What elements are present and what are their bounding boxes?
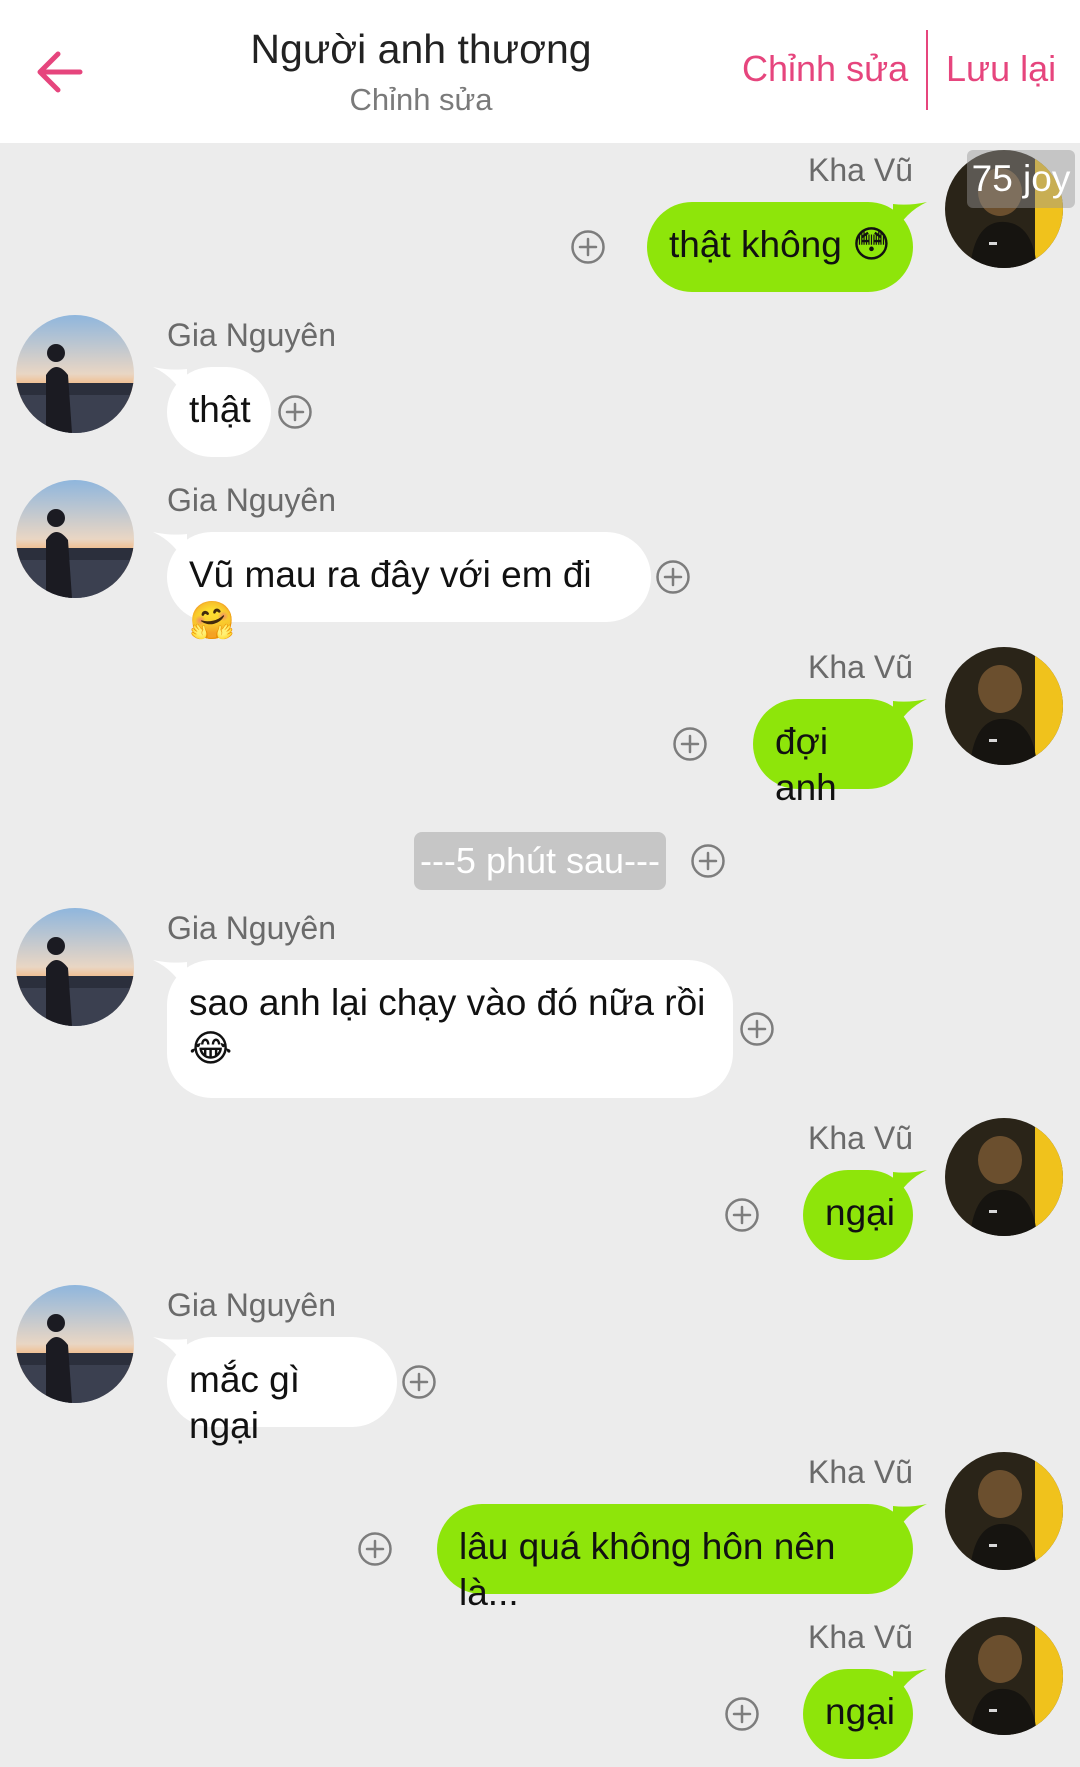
avatar[interactable] xyxy=(16,315,134,433)
add-reaction-icon[interactable] xyxy=(570,229,606,265)
message-text: lâu quá không hôn nên là... xyxy=(459,1526,836,1613)
received-message-bubble[interactable]: thật xyxy=(153,367,271,457)
sender-name: Gia Nguyên xyxy=(167,1287,336,1323)
bubble-tail-icon xyxy=(893,202,927,236)
received-message-bubble[interactable]: Vũ mau ra đây với em đi 🤗 xyxy=(153,532,651,641)
add-reaction-icon[interactable] xyxy=(672,726,708,762)
page-title: Người anh thương xyxy=(250,26,592,72)
message-row: Gia Nguyên mắc gì ngại xyxy=(0,1285,1080,1446)
sender-name: Gia Nguyên xyxy=(167,482,336,518)
add-reaction-icon[interactable] xyxy=(655,559,691,595)
message-row: Gia Nguyên thật xyxy=(0,315,1080,465)
avatar[interactable] xyxy=(945,1617,1063,1735)
message-text: ngại xyxy=(825,1691,895,1732)
add-reaction-icon[interactable] xyxy=(724,1696,760,1732)
avatar[interactable] xyxy=(945,647,1063,765)
bubble-tail-icon xyxy=(153,532,187,566)
received-message-bubble[interactable]: mắc gì ngại xyxy=(153,1337,397,1446)
bubble-tail-icon xyxy=(893,1669,927,1703)
sender-name: Kha Vũ xyxy=(808,1454,913,1490)
message-row: Kha Vũ ngại xyxy=(0,1617,1080,1767)
joy-badge: 75 joy xyxy=(967,150,1075,208)
sender-name: Kha Vũ xyxy=(808,649,913,685)
add-reaction-icon[interactable] xyxy=(357,1531,393,1567)
sent-message-bubble[interactable]: ngại xyxy=(803,1669,927,1759)
message-row: Kha Vũ đợi anh xyxy=(0,647,1080,808)
message-row: Kha Vũ thật không 😳 xyxy=(0,150,1080,300)
page-subtitle: Chỉnh sửa xyxy=(349,82,493,117)
message-text: đợi anh xyxy=(775,721,837,808)
message-text: thật xyxy=(189,389,251,430)
app-header: Người anh thương Chỉnh sửa Chỉnh sửa Lưu… xyxy=(0,0,1080,143)
message-text: thật không 😳 xyxy=(669,224,891,265)
bubble-tail-icon xyxy=(893,1170,927,1204)
add-reaction-icon[interactable] xyxy=(690,843,726,879)
add-reaction-icon[interactable] xyxy=(724,1197,760,1233)
message-row: Gia Nguyên sao anh lại chạy vào đó nữa rồ… xyxy=(0,908,1080,1106)
message-row: Gia Nguyên Vũ mau ra đây với em đi 🤗 xyxy=(0,480,1080,641)
bubble-tail-icon xyxy=(153,1337,187,1371)
edit-button[interactable]: Chỉnh sửa xyxy=(742,48,908,90)
bubble-tail-icon xyxy=(893,699,927,733)
message-text: Vũ mau ra đây với em đi 🤗 xyxy=(189,554,592,641)
add-reaction-icon[interactable] xyxy=(401,1364,437,1400)
save-button[interactable]: Lưu lại xyxy=(946,48,1056,90)
bubble-tail-icon xyxy=(153,367,187,401)
avatar[interactable] xyxy=(945,1452,1063,1570)
add-reaction-icon[interactable] xyxy=(277,394,313,430)
sent-message-bubble[interactable]: đợi anh xyxy=(753,699,927,808)
message-text: sao anh lại chạy vào đó nữa rồi 😂 xyxy=(189,982,706,1069)
sent-message-bubble[interactable]: lâu quá không hôn nên là... xyxy=(437,1504,927,1613)
message-text: mắc gì ngại xyxy=(189,1359,301,1446)
sender-name: Kha Vũ xyxy=(808,1120,913,1156)
sender-name: Gia Nguyên xyxy=(167,317,336,353)
message-row: Kha Vũ ngại xyxy=(0,1118,1080,1268)
bubble-tail-icon xyxy=(893,1504,927,1538)
received-message-bubble[interactable]: sao anh lại chạy vào đó nữa rồi 😂 xyxy=(153,960,733,1098)
header-divider xyxy=(926,30,928,110)
avatar[interactable] xyxy=(16,480,134,598)
bubble-tail-icon xyxy=(153,960,187,994)
sent-message-bubble[interactable]: thật không 😳 xyxy=(647,202,927,292)
sender-name: Gia Nguyên xyxy=(167,910,336,946)
message-row: Kha Vũ lâu quá không hôn nên là... xyxy=(0,1452,1080,1613)
time-separator: ---5 phút sau--- xyxy=(414,832,666,890)
add-reaction-icon[interactable] xyxy=(739,1011,775,1047)
message-text: ngại xyxy=(825,1192,895,1233)
avatar[interactable] xyxy=(16,908,134,1026)
time-separator-row: ---5 phút sau--- xyxy=(0,832,1080,892)
sender-name: Kha Vũ xyxy=(808,152,913,188)
avatar[interactable] xyxy=(16,1285,134,1403)
avatar[interactable] xyxy=(945,1118,1063,1236)
sender-name: Kha Vũ xyxy=(808,1619,913,1655)
sent-message-bubble[interactable]: ngại xyxy=(803,1170,927,1260)
